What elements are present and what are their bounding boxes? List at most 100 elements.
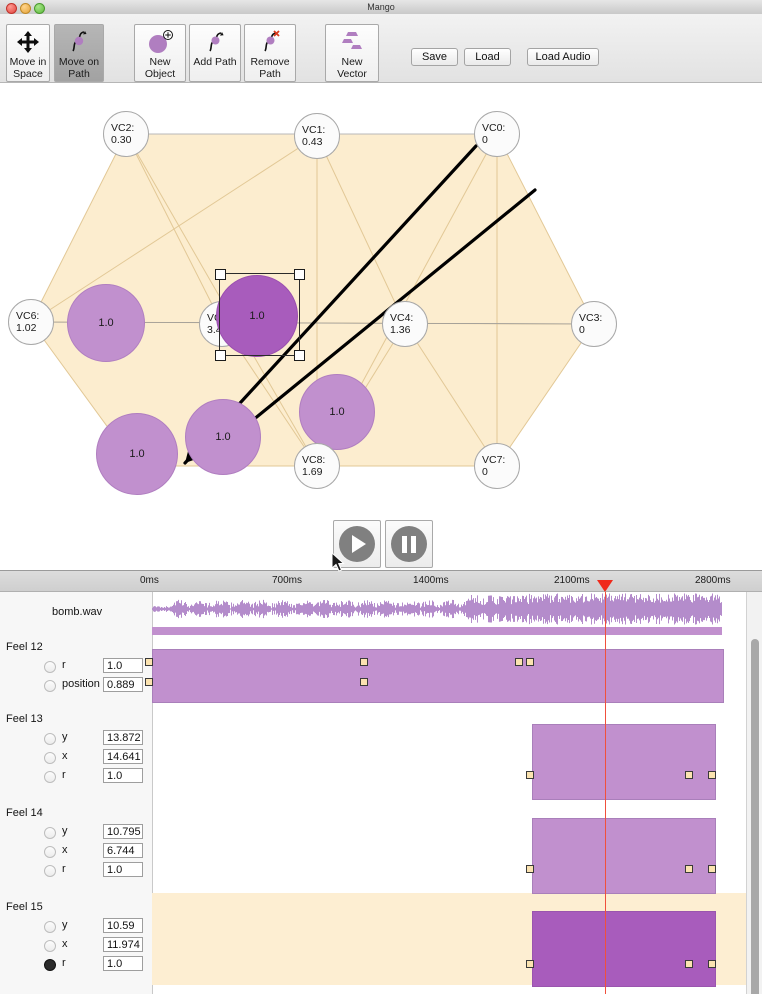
param-record-radio[interactable] [44,921,56,933]
move-on-path-button[interactable]: Move on Path [54,24,104,82]
param-value-input[interactable]: 0.889 [103,677,143,692]
param-value-input[interactable]: 1.0 [103,768,143,783]
vector-node-vc4[interactable]: VC4: 1.36 [382,301,428,347]
param-record-radio[interactable] [44,752,56,764]
keyframe-marker[interactable] [685,771,693,779]
param-label: y [62,919,68,931]
param-label: y [62,731,68,743]
param-record-radio[interactable] [44,827,56,839]
time-ruler[interactable]: 0ms 700ms 1400ms 2100ms 2800ms [0,571,762,592]
param-value-input[interactable]: 1.0 [103,862,143,877]
keyframe-marker[interactable] [526,960,534,968]
ruler-tick-label: 0ms [140,575,159,586]
audio-waveform[interactable] [152,593,722,625]
window-title: Mango [367,2,395,12]
add-path-button[interactable]: Add Path [189,24,241,82]
keyframe-marker[interactable] [145,658,153,666]
keyframe-marker[interactable] [685,960,693,968]
param-value-input[interactable]: 10.795 [103,824,143,839]
param-label: position [62,678,100,690]
keyframe-marker[interactable] [515,658,523,666]
timeline-panel[interactable]: 0ms 700ms 1400ms 2100ms 2800ms bomb.wav Feel … [0,570,762,994]
audio-clip-bar[interactable] [152,627,722,635]
param-label: r [62,659,66,671]
param-value-input[interactable]: 10.59 [103,918,143,933]
track-group-title[interactable]: Feel 13 [6,713,43,725]
move-cross-icon [13,28,43,56]
selection-resize-handle[interactable] [293,349,305,361]
remove-path-button[interactable]: Remove Path [244,24,296,82]
canvas-object[interactable]: 1.0 [96,413,178,495]
vector-node-vc7[interactable]: VC7: 0 [474,443,520,489]
vector-node-vc6[interactable]: VC6: 1.02 [8,299,54,345]
param-record-radio[interactable] [44,865,56,877]
keyframe-marker[interactable] [685,865,693,873]
keyframe-marker[interactable] [360,658,368,666]
vector-node-vc2[interactable]: VC2: 0.30 [103,111,149,157]
move-on-path-label: Move on Path [58,56,100,80]
selection-resize-handle[interactable] [214,268,226,280]
param-label: x [62,938,68,950]
param-label: y [62,825,68,837]
canvas-object[interactable]: 1.0 [299,374,375,450]
param-record-radio[interactable] [44,661,56,673]
param-record-radio[interactable] [44,771,56,783]
timeline-clip[interactable] [532,724,716,800]
add-path-icon [200,28,230,56]
load-audio-button[interactable]: Load Audio [527,48,599,66]
pause-button[interactable] [385,520,433,568]
vector-node-vc3[interactable]: VC3: 0 [571,301,617,347]
canvas-object[interactable]: 1.0 [67,284,145,362]
selection-resize-handle[interactable] [214,349,226,361]
track-group-title[interactable]: Feel 14 [6,807,43,819]
vector-node-label: VC7: [482,454,506,466]
keyframe-marker[interactable] [708,960,716,968]
param-label: r [62,957,66,969]
keyframe-marker[interactable] [360,678,368,686]
param-value-input[interactable]: 6.744 [103,843,143,858]
param-value-input[interactable]: 1.0 [103,658,143,673]
playhead-marker[interactable] [597,580,613,592]
new-vector-label: New Vector [337,56,367,80]
keyframe-marker[interactable] [526,658,534,666]
move-in-space-button[interactable]: Move in Space [6,24,50,82]
vector-node-vc8[interactable]: VC8: 1.69 [294,443,340,489]
param-record-radio[interactable] [44,846,56,858]
keyframe-marker[interactable] [708,865,716,873]
vector-node-label: VC8: [302,454,326,466]
circle-plus-icon [145,28,175,56]
param-record-radio[interactable] [44,959,56,971]
vector-node-value: 0 [579,324,585,336]
save-button[interactable]: Save [411,48,458,66]
keyframe-marker[interactable] [145,678,153,686]
timeline-scrollbar-track[interactable] [746,592,762,994]
new-object-button[interactable]: New Object [134,24,186,82]
param-value-input[interactable]: 11.974 [103,937,143,952]
vector-node-vc0[interactable]: VC0: 0 [474,111,520,157]
timeline-clip[interactable] [532,911,716,987]
timeline-scrollbar-thumb[interactable] [751,639,759,994]
param-value-input[interactable]: 14.641 [103,749,143,764]
keyframe-marker[interactable] [708,771,716,779]
track-group-title[interactable]: Feel 12 [6,641,43,653]
param-value-input[interactable]: 13.872 [103,730,143,745]
param-record-radio[interactable] [44,733,56,745]
timeline-clip[interactable] [532,818,716,894]
param-value-input[interactable]: 1.0 [103,956,143,971]
mouse-cursor-icon [332,553,345,572]
vector-node-vc1[interactable]: VC1: 0.43 [294,113,340,159]
keyframe-marker[interactable] [526,865,534,873]
move-in-space-label: Move in Space [9,56,47,80]
track-group-title[interactable]: Feel 15 [6,901,43,913]
keyframe-marker[interactable] [526,771,534,779]
load-button[interactable]: Load [464,48,511,66]
stage-canvas[interactable]: 1.0 1.0 1.0 1.0 1.0 VC0: 0 VC1: 0.43 VC2: 0.30 VC3:… [0,83,762,570]
vector-node-value: 1.36 [390,324,411,336]
canvas-object[interactable]: 1.0 [185,399,261,475]
timeline-clip[interactable] [152,649,724,703]
selection-resize-handle[interactable] [293,268,305,280]
new-vector-button[interactable]: New Vector [325,24,379,82]
param-record-radio[interactable] [44,680,56,692]
param-label: x [62,750,68,762]
param-record-radio[interactable] [44,940,56,952]
